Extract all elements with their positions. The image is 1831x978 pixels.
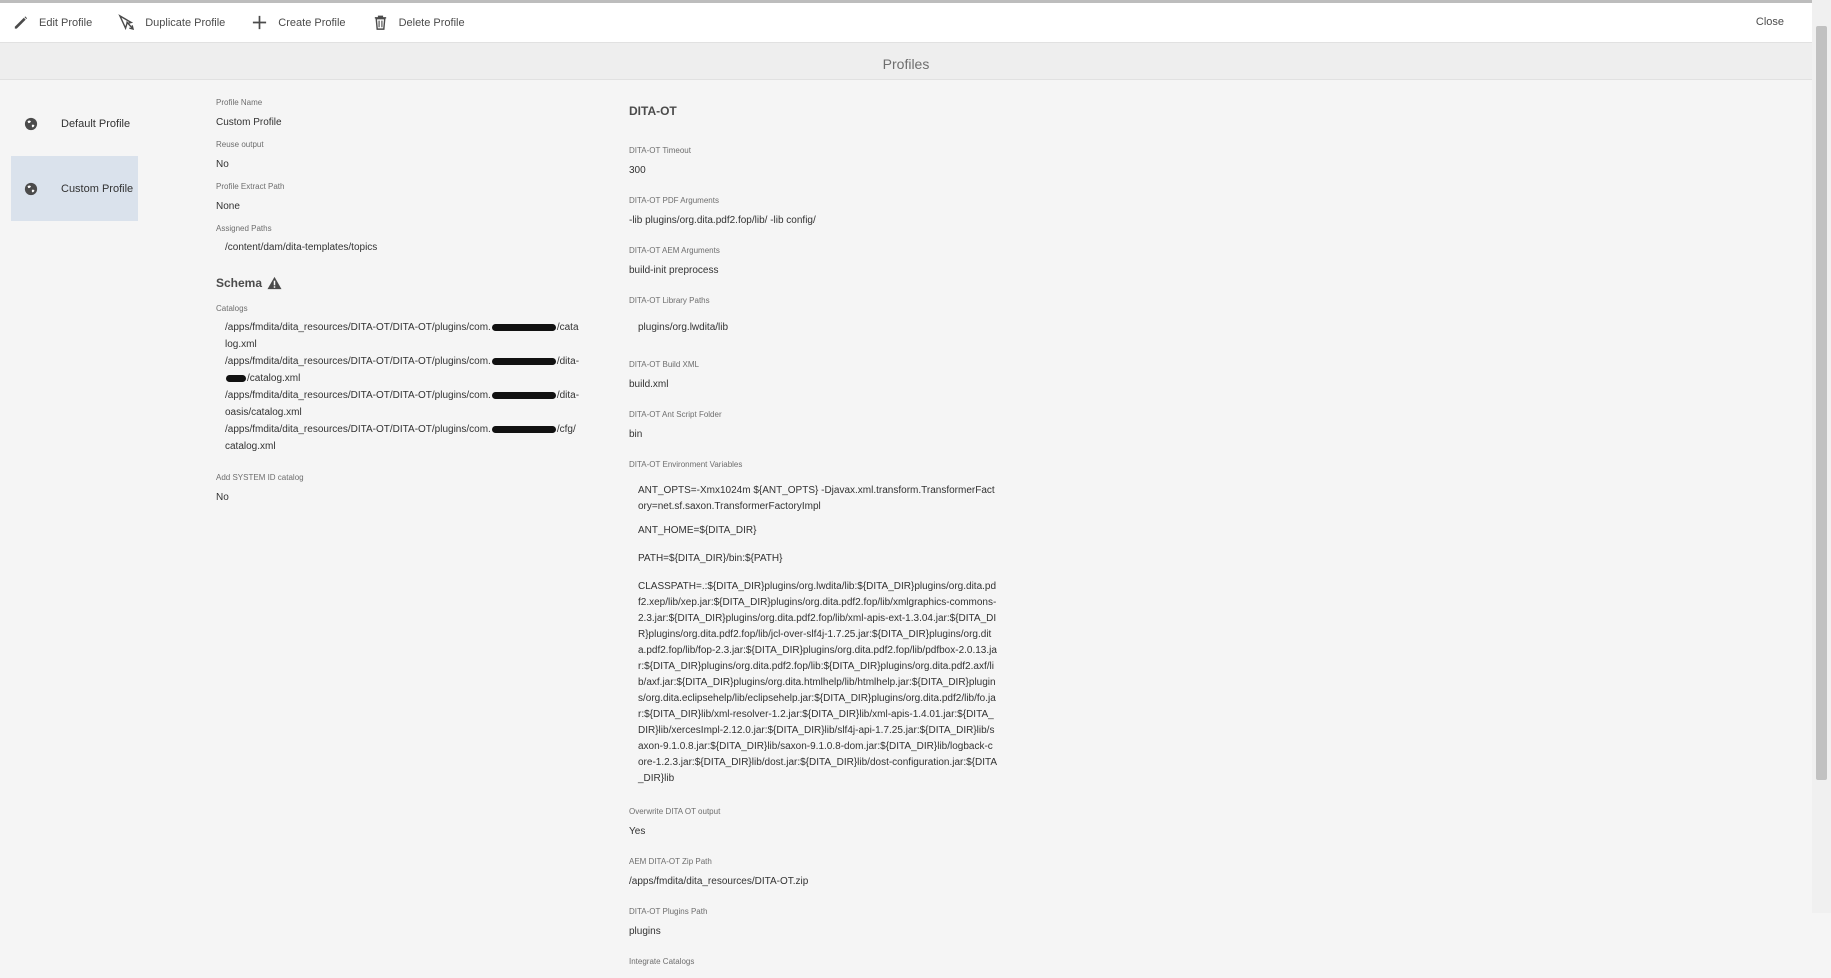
create-profile-button[interactable]: Create Profile	[251, 14, 346, 31]
vertical-scrollbar[interactable]	[1812, 0, 1831, 913]
list-item: ANT_HOME=${DITA_DIR}	[638, 525, 757, 536]
field-value: build.xml	[629, 379, 669, 390]
list-item: /apps/fmdita/dita_resources/DITA-OT/DITA…	[225, 390, 580, 418]
field-value: No	[216, 159, 229, 170]
field-value: -lib plugins/org.dita.pdf2.fop/lib/ -lib…	[629, 215, 816, 226]
field-value: bin	[629, 429, 643, 440]
field-label: DITA-OT Plugins Path	[629, 907, 708, 916]
extract-path-field: Profile Extract Path None	[216, 182, 596, 212]
library-paths-field: DITA-OT Library Paths plugins/org.lwdita…	[629, 296, 1009, 336]
duplicate-profile-label: Duplicate Profile	[145, 16, 226, 29]
profile-label: Custom Profile	[61, 182, 134, 195]
action-toolbar: Edit Profile Duplicate Profile Create Pr…	[0, 3, 1812, 43]
field-label: DITA-OT Timeout	[629, 146, 691, 155]
list-item: /apps/fmdita/dita_resources/DITA-OT/DITA…	[225, 424, 576, 452]
library-paths-list: plugins/org.lwdita/lib	[629, 319, 1009, 336]
field-label: Integrate Catalogs	[629, 957, 695, 966]
duplicate-icon	[118, 14, 135, 31]
field-value: None	[216, 201, 240, 212]
field-label: DITA-OT Build XML	[629, 360, 699, 369]
profile-item-default[interactable]: Default Profile	[11, 91, 138, 156]
page-title: Profiles	[882, 56, 930, 72]
trash-icon	[374, 15, 386, 30]
field-label: DITA-OT AEM Arguments	[629, 246, 720, 255]
field-label: DITA-OT Ant Script Folder	[629, 410, 722, 419]
duplicate-profile-button[interactable]: Duplicate Profile	[118, 14, 225, 31]
list-item: plugins/org.lwdita/lib	[638, 322, 729, 333]
zip-path-field: AEM DITA-OT Zip Path /apps/fmdita/dita_r…	[629, 857, 1009, 887]
general-settings-column: Profile Name Custom Profile Reuse output…	[216, 98, 596, 515]
system-id-field: Add SYSTEM ID catalog No	[216, 473, 596, 503]
list-item: CLASSPATH=.:${DITA_DIR}plugins/org.lwdit…	[638, 581, 998, 784]
field-value: Custom Profile	[216, 117, 282, 128]
scrollbar-thumb[interactable]	[1816, 26, 1827, 780]
pdf-arguments-field: DITA-OT PDF Arguments -lib plugins/org.d…	[629, 196, 1009, 226]
field-label: Overwrite DITA OT output	[629, 807, 721, 816]
profile-label: Default Profile	[61, 117, 131, 130]
delete-profile-button[interactable]: Delete Profile	[372, 14, 465, 31]
field-value: 300	[629, 165, 646, 176]
field-label: AEM DITA-OT Zip Path	[629, 857, 712, 866]
schema-heading: Schema	[216, 276, 596, 290]
field-label: Profile Name	[216, 98, 263, 107]
overwrite-output-field: Overwrite DITA OT output Yes	[629, 807, 1009, 837]
list-item: PATH=${DITA_DIR}/bin:${PATH}	[638, 553, 783, 564]
field-label: DITA-OT Environment Variables	[629, 460, 743, 469]
edit-profile-label: Edit Profile	[39, 16, 93, 29]
redacted-mark	[491, 357, 556, 365]
pencil-icon	[14, 16, 28, 29]
globe-icon	[24, 117, 38, 130]
field-label: Profile Extract Path	[216, 182, 285, 191]
redacted-mark	[491, 425, 556, 433]
delete-profile-label: Delete Profile	[398, 16, 465, 29]
close-button[interactable]: Close	[1756, 16, 1784, 28]
redacted-mark	[491, 391, 556, 399]
redacted-mark	[226, 374, 246, 382]
environment-variables-list: ANT_OPTS=-Xmx1024m ${ANT_OPTS} -Djavax.x…	[629, 483, 1009, 787]
ditaot-heading: DITA-OT	[629, 104, 677, 118]
profile-item-custom[interactable]: Custom Profile	[11, 156, 138, 221]
field-value: build-init preprocess	[629, 265, 719, 276]
field-value: plugins	[629, 926, 661, 937]
globe-icon	[24, 182, 38, 195]
field-value: Yes	[629, 826, 646, 837]
reuse-output-field: Reuse output No	[216, 140, 596, 170]
assigned-paths-list: /content/dam/dita-templates/topics	[216, 239, 596, 256]
ant-script-field: DITA-OT Ant Script Folder bin	[629, 410, 1009, 440]
create-profile-label: Create Profile	[278, 16, 346, 29]
schema-title: Schema	[216, 276, 263, 290]
warning-icon	[267, 276, 282, 290]
list-item: /apps/fmdita/dita_resources/DITA-OT/DITA…	[225, 356, 580, 384]
plugins-path-field: DITA-OT Plugins Path plugins	[629, 907, 1009, 937]
field-label: DITA-OT Library Paths	[629, 296, 710, 305]
ditaot-settings-column: DITA-OT DITA-OT Timeout 300 DITA-OT PDF …	[629, 104, 1009, 978]
field-value: No	[216, 492, 229, 503]
redacted-mark	[491, 323, 556, 331]
catalogs-list: /apps/fmdita/dita_resources/DITA-OT/DITA…	[216, 319, 596, 455]
field-value: /apps/fmdita/dita_resources/DITA-OT.zip	[629, 876, 809, 887]
list-item: /apps/fmdita/dita_resources/DITA-OT/DITA…	[225, 322, 579, 350]
list-item: ANT_OPTS=-Xmx1024m ${ANT_OPTS} -Djavax.x…	[638, 485, 995, 512]
field-label: Reuse output	[216, 140, 264, 149]
build-xml-field: DITA-OT Build XML build.xml	[629, 360, 1009, 390]
catalogs-label: Catalogs	[216, 304, 248, 313]
field-label: Add SYSTEM ID catalog	[216, 473, 304, 482]
field-label: Assigned Paths	[216, 224, 272, 233]
page-title-bar: Profiles	[0, 43, 1812, 80]
environment-variables-field: DITA-OT Environment Variables ANT_OPTS=-…	[629, 460, 1009, 787]
list-item: /content/dam/dita-templates/topics	[225, 242, 378, 253]
edit-profile-button[interactable]: Edit Profile	[12, 14, 92, 31]
timeout-field: DITA-OT Timeout 300	[629, 146, 1009, 176]
field-label: DITA-OT PDF Arguments	[629, 196, 719, 205]
assigned-paths-field: Assigned Paths /content/dam/dita-templat…	[216, 224, 596, 256]
profile-name-field: Profile Name Custom Profile	[216, 98, 596, 128]
integrate-catalogs-field: Integrate Catalogs	[629, 957, 1009, 966]
aem-arguments-field: DITA-OT AEM Arguments build-init preproc…	[629, 246, 1009, 276]
plus-icon	[253, 15, 267, 30]
